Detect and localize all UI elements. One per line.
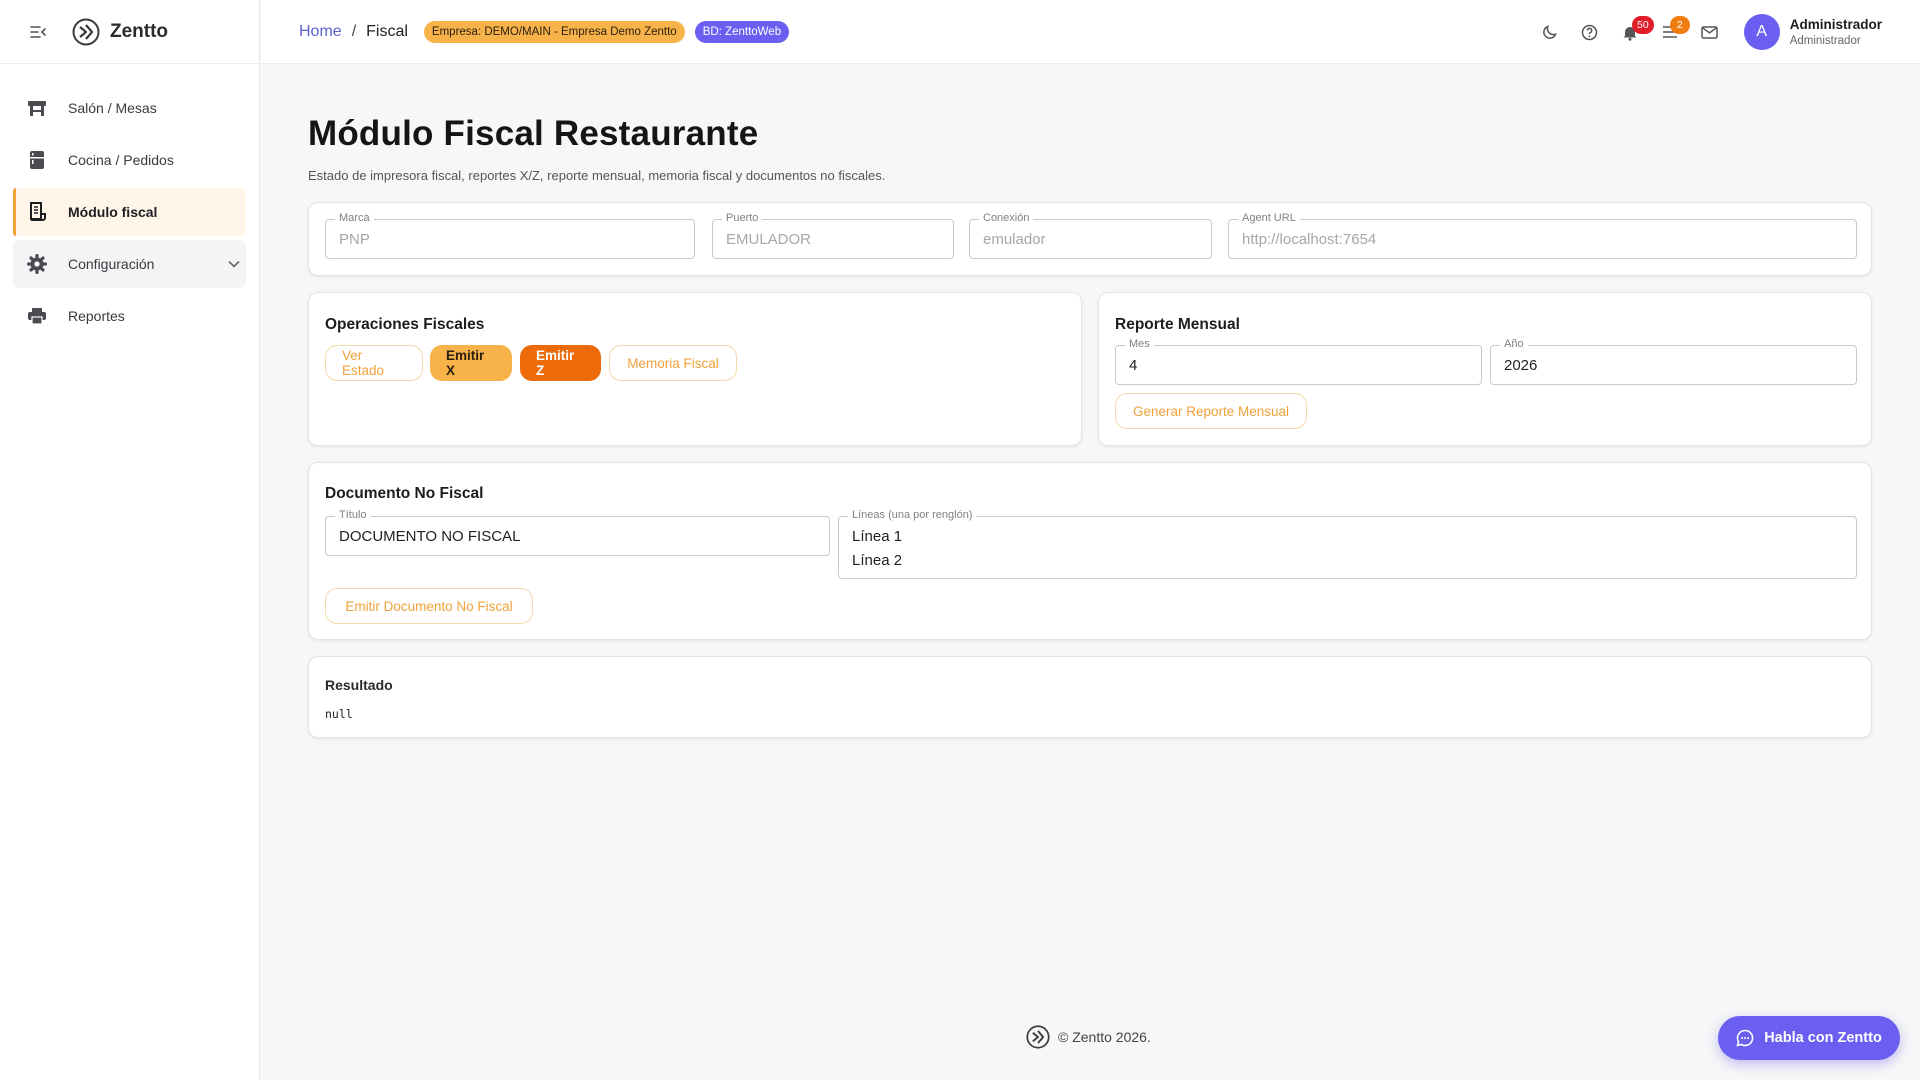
- marca-label: Marca: [335, 212, 374, 224]
- lineas-label: Líneas (una por renglón): [848, 509, 977, 521]
- agent-url-label: Agent URL: [1238, 212, 1300, 224]
- table-icon: [26, 97, 48, 119]
- conexion-value: emulador: [983, 231, 1046, 248]
- marca-field[interactable]: Marca PNP: [325, 212, 695, 259]
- breadcrumb-home-link[interactable]: Home: [299, 23, 342, 41]
- anio-value: 2026: [1504, 357, 1538, 374]
- operations-title: Operaciones Fiscales: [325, 316, 485, 333]
- topbar-actions: 50 2 A Administrador Administrador: [1530, 0, 1882, 64]
- chat-bubble-icon: [1736, 1029, 1754, 1047]
- kitchen-icon: [26, 149, 48, 171]
- printer-config-card: Marca PNP Puerto EMULADOR Conexión emula…: [308, 202, 1872, 276]
- sidebar: Zentto Salón / Mesas Cocina / Pedidos Mó…: [0, 0, 260, 1080]
- agent-url-field[interactable]: Agent URL http://localhost:7654: [1228, 212, 1857, 259]
- avatar[interactable]: A: [1743, 14, 1780, 50]
- titulo-input[interactable]: Título DOCUMENTO NO FISCAL: [325, 509, 830, 556]
- zentto-logo-icon: [1026, 1025, 1050, 1049]
- chevron-down-icon: [228, 255, 240, 271]
- result-value: null: [325, 707, 353, 721]
- sidebar-item-label: Configuración: [68, 256, 155, 272]
- sidebar-item-label: Cocina / Pedidos: [68, 152, 174, 168]
- zentto-logo-icon: [72, 18, 100, 45]
- user-role: Administrador: [1789, 35, 1861, 47]
- main-content: Módulo Fiscal Restaurante Estado de impr…: [308, 64, 1872, 183]
- emitir-documento-no-fiscal-button[interactable]: Emitir Documento No Fiscal: [325, 588, 533, 624]
- tasks-badge: 2: [1669, 16, 1690, 34]
- titulo-label: Título: [335, 509, 371, 521]
- result-title: Resultado: [325, 677, 393, 693]
- breadcrumb-current: Fiscal: [366, 22, 408, 40]
- gear-icon: [26, 253, 48, 275]
- page-subtitle: Estado de impresora fiscal, reportes X/Z…: [308, 168, 886, 183]
- mes-value: 4: [1129, 357, 1138, 374]
- fiscal-operations-card: Operaciones Fiscales Ver Estado Emitir X…: [308, 292, 1082, 446]
- chat-button[interactable]: Habla con Zentto: [1718, 1016, 1900, 1060]
- page-title: Módulo Fiscal Restaurante: [308, 114, 759, 153]
- memoria-fiscal-button[interactable]: Memoria Fiscal: [609, 345, 737, 381]
- breadcrumb-separator: /: [351, 22, 357, 40]
- sidebar-item-reportes[interactable]: Reportes: [13, 292, 246, 340]
- user-info: Administrador Administrador: [1790, 17, 1882, 47]
- anio-label: Año: [1500, 338, 1528, 350]
- monthly-report-title: Reporte Mensual: [1115, 316, 1240, 333]
- sidebar-nav: Salón / Mesas Cocina / Pedidos Módulo fi…: [0, 64, 259, 340]
- app-logo[interactable]: Zentto: [72, 18, 168, 46]
- mes-input[interactable]: Mes 4: [1115, 338, 1482, 385]
- marca-value: PNP: [339, 231, 370, 248]
- company-chip[interactable]: Empresa: DEMO/MAIN - Empresa Demo Zentto: [423, 20, 685, 43]
- result-card: Resultado null: [308, 656, 1872, 738]
- sidebar-item-modulo-fiscal[interactable]: Módulo fiscal: [13, 188, 246, 236]
- footer: © Zentto 2026.: [1026, 1025, 1151, 1049]
- non-fiscal-document-card: Documento No Fiscal Título DOCUMENTO NO …: [308, 462, 1872, 640]
- sidebar-item-cocina-pedidos[interactable]: Cocina / Pedidos: [13, 136, 246, 184]
- monthly-report-card: Reporte Mensual Mes 4 Año 2026 Generar R…: [1098, 292, 1872, 446]
- generar-reporte-mensual-button[interactable]: Generar Reporte Mensual: [1115, 393, 1307, 429]
- footer-text: © Zentto 2026.: [1058, 1029, 1151, 1045]
- mail-icon[interactable]: [1690, 12, 1730, 52]
- sidebar-item-configuracion[interactable]: Configuración: [13, 240, 246, 288]
- puerto-field[interactable]: Puerto EMULADOR: [712, 212, 954, 259]
- sidebar-item-salon-mesas[interactable]: Salón / Mesas: [13, 84, 246, 132]
- app-name: Zentto: [110, 20, 169, 42]
- sidebar-item-label: Módulo fiscal: [68, 204, 158, 220]
- emitir-x-button[interactable]: Emitir X: [430, 345, 512, 381]
- agent-url-value: http://localhost:7654: [1242, 231, 1377, 248]
- topbar: Home / Fiscal Empresa: DEMO/MAIN - Empre…: [261, 0, 1920, 64]
- sidebar-item-label: Reportes: [68, 308, 125, 324]
- breadcrumb: Home / Fiscal Empresa: DEMO/MAIN - Empre…: [261, 20, 790, 43]
- dark-mode-icon[interactable]: [1530, 12, 1570, 52]
- help-icon[interactable]: [1570, 12, 1610, 52]
- puerto-label: Puerto: [722, 212, 763, 224]
- lineas-textarea[interactable]: Líneas (una por renglón) Línea 1 Línea 2: [838, 509, 1857, 579]
- notifications-bell-icon[interactable]: 50: [1610, 12, 1654, 52]
- printer-icon: [26, 305, 48, 327]
- receipt-icon: [26, 201, 48, 223]
- ver-estado-button[interactable]: Ver Estado: [325, 345, 423, 381]
- database-chip[interactable]: BD: ZenttoWeb: [694, 20, 790, 43]
- lineas-line-2: Línea 2: [852, 552, 903, 569]
- emitir-z-button[interactable]: Emitir Z: [520, 345, 601, 381]
- conexion-field[interactable]: Conexión emulador: [969, 212, 1212, 259]
- user-name: Administrador: [1789, 17, 1882, 32]
- mes-label: Mes: [1125, 338, 1154, 350]
- anio-input[interactable]: Año 2026: [1490, 338, 1857, 385]
- chat-button-label: Habla con Zentto: [1764, 1030, 1882, 1046]
- conexion-label: Conexión: [979, 212, 1034, 224]
- user-menu[interactable]: A Administrador Administrador: [1743, 14, 1882, 50]
- non-fiscal-title: Documento No Fiscal: [325, 485, 484, 502]
- lineas-line-1: Línea 1: [852, 528, 903, 545]
- titulo-value: DOCUMENTO NO FISCAL: [339, 528, 521, 545]
- sidebar-item-label: Salón / Mesas: [68, 100, 157, 116]
- sidebar-header: Zentto: [0, 0, 259, 64]
- puerto-value: EMULADOR: [726, 231, 812, 248]
- menu-collapse-icon[interactable]: [28, 22, 48, 42]
- tasks-list-icon[interactable]: 2: [1650, 12, 1690, 52]
